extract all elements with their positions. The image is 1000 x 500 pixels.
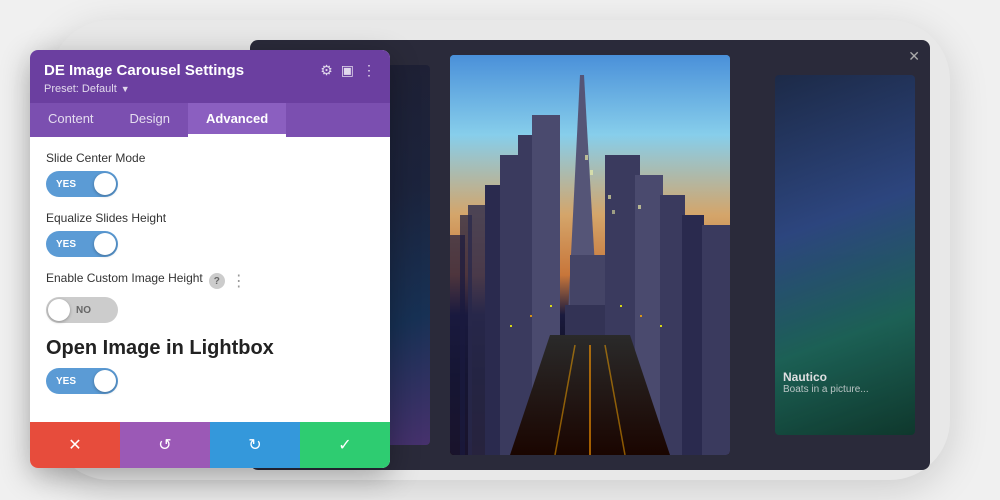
equalize-slides-height-value: YES xyxy=(56,239,76,250)
equalize-slides-height-setting: Equalize Slides Height YES xyxy=(46,211,374,257)
main-container: ✕ xyxy=(50,20,950,480)
slide-center-mode-label: Slide Center Mode xyxy=(46,151,374,165)
tab-advanced[interactable]: Advanced xyxy=(188,103,286,137)
city-photo xyxy=(450,55,730,455)
save-button[interactable]: ✓ xyxy=(300,422,390,468)
slide-center-mode-toggle[interactable]: YES xyxy=(46,171,118,197)
slide-center-mode-knob xyxy=(94,173,116,195)
help-icon[interactable]: ? xyxy=(209,273,225,289)
equalize-slides-height-toggle[interactable]: YES xyxy=(46,231,118,257)
settings-panel: DE Image Carousel Settings ⚙ ▣ ⋮ Preset:… xyxy=(30,50,390,468)
more-options-icon[interactable]: ⋮ xyxy=(362,62,376,79)
undo-button[interactable]: ↺ xyxy=(120,422,210,468)
lightbox-toggle[interactable]: YES xyxy=(46,368,118,394)
custom-image-height-setting: Enable Custom Image Height ? ⋮ NO xyxy=(46,271,374,323)
right-image-caption: Nautico Boats in a picture... xyxy=(783,370,869,395)
panel-header: DE Image Carousel Settings ⚙ ▣ ⋮ Preset:… xyxy=(30,50,390,103)
custom-image-height-knob xyxy=(48,299,70,321)
action-bar: ✕ ↺ ↻ ✓ xyxy=(30,422,390,468)
cancel-button[interactable]: ✕ xyxy=(30,422,120,468)
tab-content[interactable]: Content xyxy=(30,103,112,137)
panel-title-row: DE Image Carousel Settings ⚙ ▣ ⋮ xyxy=(44,62,376,79)
carousel-center-image xyxy=(450,55,730,455)
equalize-slides-height-knob xyxy=(94,233,116,255)
more-icon[interactable]: ⋮ xyxy=(231,271,247,291)
lightbox-section-title: Open Image in Lightbox xyxy=(46,337,374,360)
custom-image-height-label: Enable Custom Image Height xyxy=(46,271,203,285)
equalize-slides-height-label: Equalize Slides Height xyxy=(46,211,374,225)
panel-title: DE Image Carousel Settings xyxy=(44,62,244,79)
custom-image-height-value: NO xyxy=(76,305,91,316)
preset-label: Preset: Default xyxy=(44,83,117,95)
lightbox-value: YES xyxy=(56,376,76,387)
panel-icons: ⚙ ▣ ⋮ xyxy=(320,62,376,79)
panel-body: Slide Center Mode YES Equalize Slides He… xyxy=(30,137,390,422)
close-viewer-button[interactable]: ✕ xyxy=(908,48,920,65)
lightbox-knob xyxy=(94,370,116,392)
settings-icon[interactable]: ⚙ xyxy=(320,62,333,79)
tab-design[interactable]: Design xyxy=(112,103,188,137)
slide-center-mode-setting: Slide Center Mode YES xyxy=(46,151,374,197)
preset-dropdown-arrow: ▼ xyxy=(121,84,130,94)
custom-image-height-toggle[interactable]: NO xyxy=(46,297,118,323)
preset-row[interactable]: Preset: Default ▼ xyxy=(44,83,376,95)
lightbox-section: Open Image in Lightbox YES xyxy=(46,337,374,394)
carousel-right-image: Nautico Boats in a picture... xyxy=(775,75,915,435)
custom-image-height-label-row: Enable Custom Image Height ? ⋮ xyxy=(46,271,374,291)
slide-center-mode-value: YES xyxy=(56,179,76,190)
redo-button[interactable]: ↻ xyxy=(210,422,300,468)
layout-icon[interactable]: ▣ xyxy=(341,62,354,79)
tabs-row: Content Design Advanced xyxy=(30,103,390,137)
